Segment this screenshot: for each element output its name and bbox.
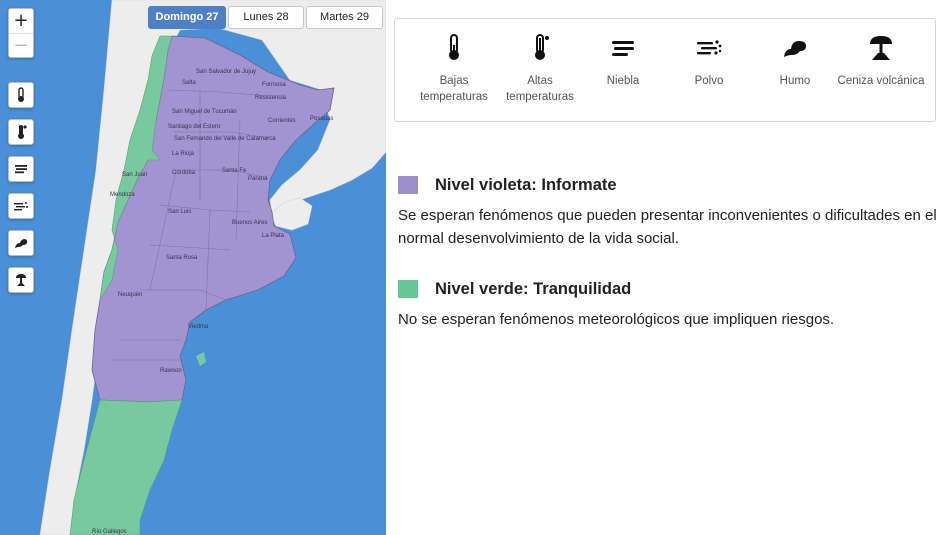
tab-domingo-27[interactable]: Domingo 27 bbox=[148, 6, 226, 29]
label-laplata: La Plata bbox=[262, 233, 285, 239]
label-santarosa: Santa Rosa bbox=[166, 255, 198, 261]
phenomenon-label: Bajas temperaturas bbox=[420, 75, 488, 103]
thermometer-high-icon bbox=[535, 34, 549, 60]
level-header: Nivel verde: Tranquilidad bbox=[398, 278, 938, 300]
layer-button-niebla[interactable] bbox=[8, 156, 34, 182]
violet-swatch bbox=[398, 176, 418, 194]
green-swatch bbox=[398, 280, 418, 298]
phenomenon-label: Niebla bbox=[606, 75, 640, 87]
level-description: No se esperan fenómenos meteorológicos q… bbox=[398, 311, 835, 328]
label-buenosaires: Buenos Aires bbox=[232, 220, 267, 226]
label-resistencia: Resistencia bbox=[255, 95, 287, 101]
phenomenon-niebla[interactable]: Niebla bbox=[578, 33, 668, 89]
level-header: Nivel violeta: Informate bbox=[398, 174, 938, 196]
dust-icon bbox=[14, 202, 28, 211]
label-sanluis: San Luis bbox=[168, 209, 191, 215]
label-formosa: Formosa bbox=[262, 82, 286, 88]
tab-martes-29[interactable]: Martes 29 bbox=[306, 6, 383, 29]
layer-button-ceniza[interactable] bbox=[8, 267, 34, 293]
volcanic-ash-icon bbox=[870, 36, 892, 60]
label-jujuy: San Salvador de Jujuy bbox=[196, 69, 256, 75]
label-parana: Paraná bbox=[248, 176, 268, 182]
smoke-icon bbox=[15, 239, 28, 248]
label-posadas: Posadas bbox=[310, 116, 333, 122]
label-riogallegos: Río Gallegos bbox=[92, 529, 127, 535]
volcanic-ash-icon bbox=[16, 274, 26, 286]
thermometer-low-icon bbox=[449, 34, 459, 60]
smoke-icon bbox=[784, 41, 806, 57]
phenomena-legend: Bajas temperaturas Altas temperaturas Ni… bbox=[394, 18, 936, 122]
zoom-out-button[interactable]: − bbox=[9, 33, 33, 57]
label-mendoza: Mendoza bbox=[110, 192, 135, 198]
label-cordoba: Córdoba bbox=[172, 170, 196, 176]
level-title: Nivel violeta: Informate bbox=[435, 175, 617, 194]
label-sanjuan: San Juan bbox=[122, 172, 147, 178]
level-violet: Nivel violeta: Informate Se esperan fenó… bbox=[398, 174, 938, 250]
thermometer-high-icon bbox=[18, 125, 27, 139]
map-canvas[interactable]: San Salvador de Jujuy Salta San Miguel d… bbox=[0, 0, 386, 535]
label-rawson: Rawson bbox=[160, 368, 182, 374]
dust-icon bbox=[697, 40, 722, 55]
phenomenon-label: Humo bbox=[779, 75, 811, 87]
zoom-in-button[interactable]: + bbox=[9, 9, 33, 33]
day-tabs: Domingo 27 Lunes 28 Martes 29 bbox=[148, 6, 383, 29]
label-corrientes: Corrientes bbox=[268, 118, 296, 124]
alert-map[interactable]: San Salvador de Jujuy Salta San Miguel d… bbox=[0, 0, 386, 535]
phenomenon-label: Altas temperaturas bbox=[506, 75, 574, 103]
tab-lunes-28[interactable]: Lunes 28 bbox=[228, 6, 304, 29]
label-catamarca: San Fernando del Valle de Catamarca bbox=[174, 136, 276, 142]
phenomenon-ceniza-volcanica[interactable]: Ceniza volcánica bbox=[836, 33, 926, 89]
label-santafe: Santa Fe bbox=[222, 168, 247, 174]
label-santiago: Santiago del Estero bbox=[168, 124, 221, 130]
phenomenon-label: Polvo bbox=[694, 75, 724, 87]
phenomenon-label: Ceniza volcánica bbox=[837, 75, 925, 87]
label-tucuman: San Miguel de Tucumán bbox=[172, 109, 237, 115]
phenomenon-humo[interactable]: Humo bbox=[750, 33, 840, 89]
fog-icon bbox=[612, 41, 634, 56]
layer-button-altas-temperaturas[interactable] bbox=[8, 119, 34, 145]
fog-icon bbox=[15, 165, 27, 174]
zoom-control: + − bbox=[8, 8, 34, 58]
layer-button-bajas-temperaturas[interactable] bbox=[8, 82, 34, 108]
level-description: Se esperan fenómenos que pueden presenta… bbox=[398, 207, 937, 247]
level-green: Nivel verde: Tranquilidad No se esperan … bbox=[398, 278, 938, 331]
thermometer-low-icon bbox=[18, 87, 24, 102]
label-viedma: Viedma bbox=[188, 324, 209, 330]
phenomenon-bajas-temperaturas[interactable]: Bajas temperaturas bbox=[409, 33, 499, 105]
label-salta: Salta bbox=[182, 80, 196, 86]
label-neuquen: Neuquén bbox=[118, 292, 142, 298]
phenomenon-altas-temperaturas[interactable]: Altas temperaturas bbox=[495, 33, 585, 105]
layer-button-polvo[interactable] bbox=[8, 193, 34, 219]
level-title: Nivel verde: Tranquilidad bbox=[435, 279, 632, 298]
phenomenon-polvo[interactable]: Polvo bbox=[664, 33, 754, 89]
label-larioja: La Rioja bbox=[172, 151, 195, 157]
layer-button-humo[interactable] bbox=[8, 230, 34, 256]
